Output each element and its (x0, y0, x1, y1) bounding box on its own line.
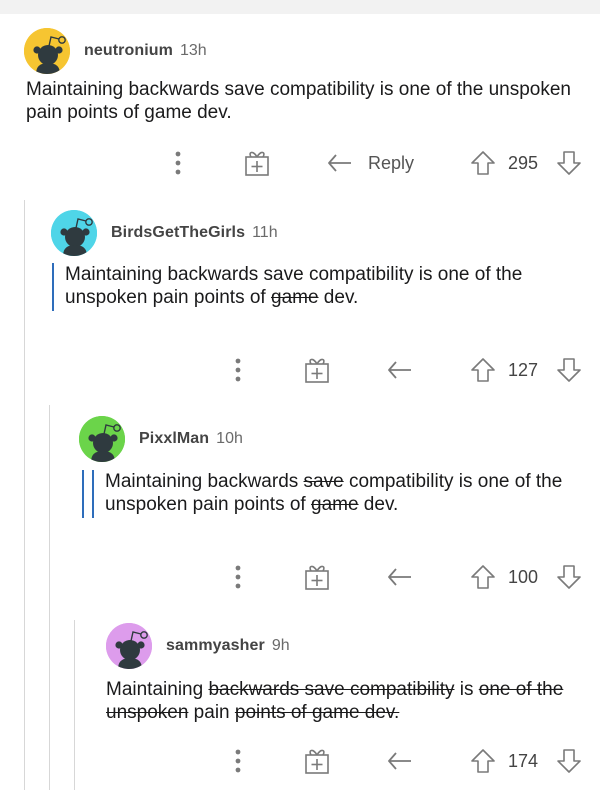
upvote-button[interactable] (470, 355, 496, 385)
vote-count: 100 (508, 566, 539, 587)
avatar[interactable] (51, 210, 97, 256)
downvote-icon (557, 151, 581, 175)
author-name[interactable]: neutronium (84, 42, 173, 60)
comment-actions: 127 (0, 355, 581, 385)
reply-icon (388, 568, 411, 586)
body-text-segment: Maintaining backwards save compatibility… (26, 79, 571, 123)
snoo-avatar-icon (51, 210, 97, 256)
comment-header: neutronium 13h (24, 28, 207, 74)
downvote-icon (557, 749, 581, 773)
struck-text: save (303, 471, 344, 492)
top-bar (0, 0, 600, 14)
comment-header: PixxlMan 10h (79, 416, 243, 462)
vote-score: 174 (508, 746, 538, 776)
thread-line-1[interactable] (24, 200, 25, 790)
comment-body: Maintaining backwards save compatibility… (26, 78, 586, 124)
body-text-segment: Maintaining backwards (105, 471, 304, 492)
body-text-segment: is (454, 679, 479, 700)
comment-header: sammyasher 9h (106, 623, 290, 669)
award-icon (245, 151, 269, 176)
snoo-avatar-icon (79, 416, 125, 462)
comment-age: 13h (180, 42, 207, 59)
more-options-button[interactable] (234, 562, 242, 592)
more-options-button[interactable] (234, 746, 242, 776)
comment-actions: Reply 295 (0, 148, 581, 178)
reply-button[interactable] (386, 746, 414, 776)
reply-button[interactable] (386, 355, 414, 385)
more-options-button[interactable] (234, 355, 242, 385)
comment-actions: 174 (0, 746, 581, 776)
comment-age: 9h (271, 637, 290, 654)
award-icon (305, 565, 329, 590)
upvote-icon (471, 151, 495, 175)
snoo-avatar-icon (106, 623, 152, 669)
upvote-icon (471, 749, 495, 773)
comment-body: Maintaining backwards save compatibility… (105, 470, 585, 516)
more-options-icon (235, 358, 241, 382)
struck-text: game (311, 494, 359, 515)
struck-text: points of game dev. (234, 702, 400, 723)
upvote-icon (471, 565, 495, 589)
body-text-segment: Maintaining (106, 679, 209, 700)
vote-count: 295 (508, 152, 539, 173)
reply-icon (388, 361, 411, 379)
snoo-avatar-icon (24, 28, 70, 74)
vote-score: 295 (508, 148, 538, 178)
award-button[interactable] (304, 746, 330, 776)
comment-age: 11h (252, 224, 278, 241)
author-name[interactable]: PixxlMan (139, 430, 209, 448)
avatar[interactable] (106, 623, 152, 669)
award-icon (305, 749, 329, 774)
comment-header: BirdsGetTheGirls 11h (51, 210, 278, 256)
comment-body: Maintaining backwards save compatibility… (106, 678, 586, 724)
award-button[interactable] (244, 148, 270, 178)
reply-button[interactable] (386, 562, 414, 592)
struck-text: backwards save compatibility (208, 679, 455, 700)
body-text-segment: dev. (318, 287, 359, 308)
comment-body: Maintaining backwards save compatibility… (65, 263, 565, 309)
upvote-icon (471, 358, 495, 382)
quote-bar (82, 470, 84, 518)
struck-text: game (271, 287, 319, 308)
body-text-segment: pain (188, 702, 235, 723)
author-name[interactable]: BirdsGetTheGirls (111, 224, 245, 242)
downvote-icon (557, 565, 581, 589)
upvote-button[interactable] (470, 148, 496, 178)
downvote-button[interactable] (556, 746, 582, 776)
more-options-icon (175, 151, 181, 175)
reply-icon (328, 154, 351, 172)
comment-age: 10h (216, 430, 243, 447)
downvote-icon (557, 358, 581, 382)
author-name[interactable]: sammyasher (166, 637, 265, 655)
comment-actions: 100 (0, 562, 581, 592)
quote-bar (52, 263, 54, 311)
vote-count: 174 (508, 750, 539, 771)
award-button[interactable] (304, 355, 330, 385)
vote-score: 100 (508, 562, 538, 592)
vote-count: 127 (508, 359, 539, 380)
avatar[interactable] (24, 28, 70, 74)
award-button[interactable] (304, 562, 330, 592)
reply-button[interactable]: Reply (326, 148, 414, 178)
avatar[interactable] (79, 416, 125, 462)
reply-icon (388, 752, 411, 770)
upvote-button[interactable] (470, 562, 496, 592)
vote-score: 127 (508, 355, 538, 385)
more-options-icon (235, 565, 241, 589)
quote-bar (92, 470, 94, 518)
more-options-icon (235, 749, 241, 773)
award-icon (305, 358, 329, 383)
reply-label: Reply (368, 152, 415, 173)
downvote-button[interactable] (556, 562, 582, 592)
upvote-button[interactable] (470, 746, 496, 776)
downvote-button[interactable] (556, 148, 582, 178)
more-options-button[interactable] (174, 148, 182, 178)
body-text-segment: dev. (358, 494, 399, 515)
downvote-button[interactable] (556, 355, 582, 385)
thread-line-2[interactable] (49, 405, 50, 790)
